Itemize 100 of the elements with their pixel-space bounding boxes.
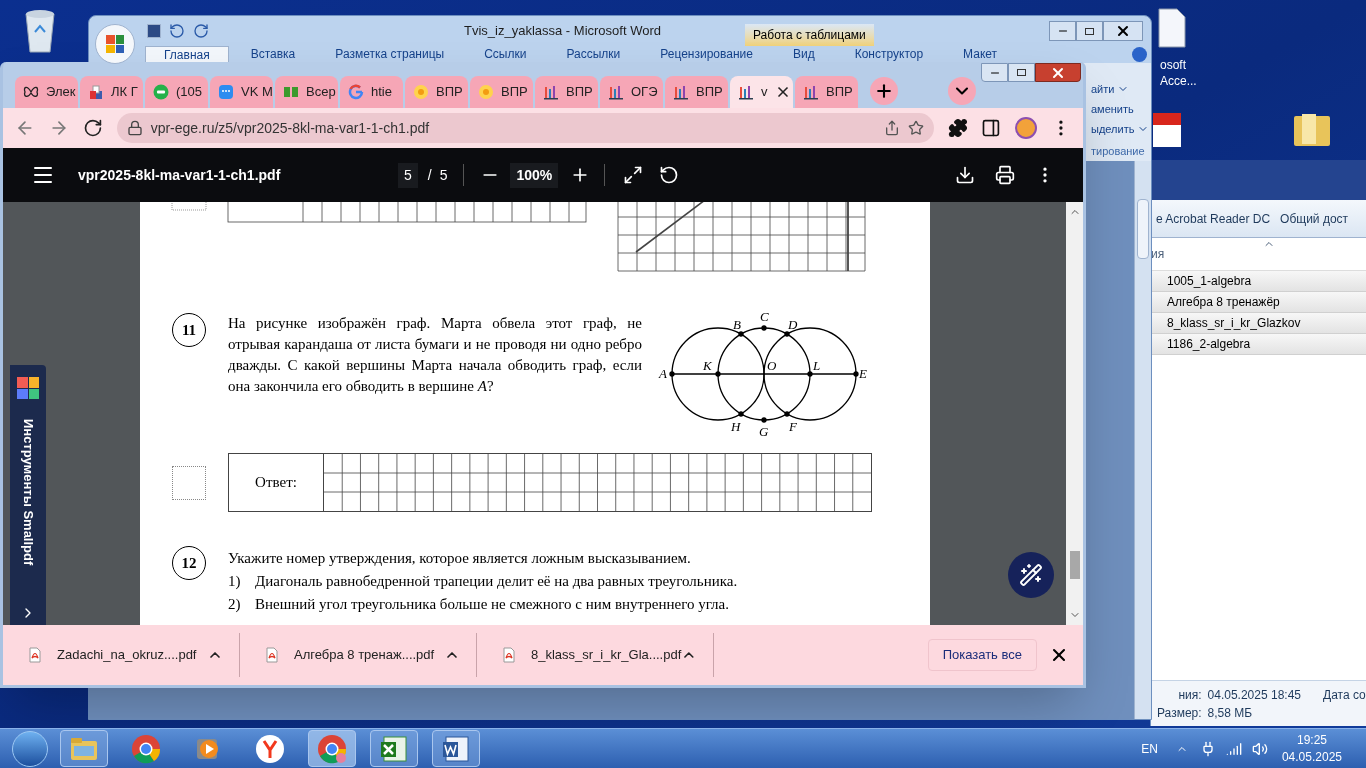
download-item[interactable]: 8_klass_sr_i_kr_Gla....pdf — [477, 633, 714, 677]
toolbar-button[interactable]: e Acrobat Reader DC — [1151, 209, 1276, 228]
browser-tab[interactable]: ВПР — [405, 76, 468, 108]
vertex-label: O — [767, 358, 777, 373]
avatar[interactable] — [1015, 117, 1038, 139]
taskbar-app[interactable] — [432, 730, 480, 767]
volume-icon[interactable] — [1251, 740, 1268, 757]
restore-icon — [1017, 69, 1026, 76]
undo-icon[interactable] — [169, 23, 185, 39]
extensions-icon[interactable] — [947, 118, 968, 138]
ribbon-command[interactable]: айти — [1091, 79, 1130, 99]
help-icon[interactable] — [1132, 47, 1147, 62]
smallpdf-sidebar[interactable]: Инструменты Smallpdf — [10, 365, 46, 625]
download-icon[interactable] — [955, 165, 975, 185]
browser-tab[interactable]: Всер — [275, 76, 338, 108]
pdf-file-icon[interactable] — [1152, 112, 1182, 148]
browser-tab[interactable]: ВПР — [535, 76, 598, 108]
file-row[interactable]: Алгебра 8 тренажёр — [1151, 292, 1366, 313]
browser-tab[interactable]: v — [730, 76, 793, 108]
browser-tab[interactable]: ВПР — [470, 76, 533, 108]
reload-icon[interactable] — [82, 118, 103, 138]
ribbon-tab[interactable]: Макет — [945, 46, 1016, 63]
column-header[interactable]: ия — [1151, 245, 1165, 263]
detail-value: 04.05.2025 18:45 — [1207, 686, 1301, 704]
tab-search-button[interactable] — [948, 77, 976, 105]
bars-icon — [673, 84, 689, 100]
browser-tab[interactable]: VK M — [210, 76, 273, 108]
sidebar-label: Инструменты Smallpdf — [19, 419, 37, 566]
clock[interactable]: 19:25 04.05.2025 — [1281, 731, 1342, 766]
maximize-button[interactable] — [1008, 63, 1035, 82]
vertex-label: D — [788, 317, 798, 332]
question-text: Укажите номер утверждения, которое является ложным высказыванием. — [228, 549, 692, 568]
address-bar[interactable]: vpr-ege.ru/z5/vpr2025-8kl-ma-var1-1-ch1.pdf — [116, 113, 934, 143]
rotate-icon[interactable] — [659, 165, 680, 185]
download-item[interactable]: Zadachi_na_okruz....pdf — [3, 633, 240, 677]
browser-tab[interactable]: Элек — [15, 76, 78, 108]
office-button[interactable] — [95, 24, 135, 64]
minimize-button[interactable] — [1049, 21, 1076, 41]
taskbar-app[interactable] — [308, 730, 356, 767]
ribbon-tab[interactable]: Вид — [774, 46, 833, 63]
option-marker: 2) — [228, 595, 242, 614]
close-button[interactable] — [1103, 21, 1143, 41]
ballot-icon — [88, 84, 104, 100]
ribbon-tab[interactable]: Разметка страницы — [317, 46, 463, 63]
shortcut-label[interactable]: osoft Acce... — [1160, 57, 1197, 89]
ribbon-tab[interactable]: Конструктор — [836, 46, 942, 63]
pdf-file-icon — [27, 647, 43, 663]
file-row[interactable]: 1005_1-algebra — [1151, 271, 1366, 292]
vertex-label: L — [813, 358, 821, 373]
scroll-thumb[interactable] — [1069, 551, 1080, 579]
browser-tab[interactable]: ЛК Г — [80, 76, 143, 108]
show-all-button[interactable]: Показать все — [927, 639, 1037, 671]
browser-tab[interactable]: (105 — [145, 76, 208, 108]
ribbon-command[interactable]: ыделить — [1091, 119, 1150, 139]
ribbon-command[interactable]: аменить — [1091, 99, 1134, 119]
zoom-field[interactable]: 100% — [510, 162, 559, 188]
folder-icon[interactable] — [1292, 112, 1332, 148]
ribbon-tab[interactable]: Рассылки — [548, 46, 639, 63]
sun-icon — [478, 84, 494, 100]
context-tab-group: Работа с таблицами — [745, 24, 874, 46]
save-icon[interactable] — [147, 24, 161, 38]
vertex-label: B — [733, 317, 741, 332]
download-item[interactable]: Алгебра 8 тренаж....pdf — [240, 633, 477, 677]
file-name: vpr2025-8kl-ma-var1-1-ch1.pdf — [78, 165, 282, 185]
language-indicator[interactable]: EN — [1141, 739, 1158, 758]
browser-tab[interactable]: ВПР — [795, 76, 858, 108]
start-button[interactable] — [12, 730, 48, 767]
side-panel-icon[interactable] — [981, 118, 1002, 138]
google-icon — [348, 84, 364, 100]
share-icon[interactable] — [883, 120, 900, 136]
ribbon-tab[interactable]: Вставка — [232, 46, 314, 63]
vertex-label: K — [703, 358, 712, 373]
maximize-button[interactable] — [1076, 21, 1103, 41]
file-row[interactable]: 1186_2-algebra — [1151, 334, 1366, 355]
vertex-label: G — [759, 424, 769, 439]
restore-icon — [1085, 27, 1094, 35]
new-tab-button[interactable] — [870, 77, 898, 105]
page-number-field[interactable]: 5 — [398, 162, 418, 188]
yandex-icon — [254, 732, 286, 765]
browser-tab[interactable]: ВПР — [665, 76, 728, 108]
ribbon-tab[interactable]: Ссылки — [466, 46, 545, 63]
browser-tab[interactable]: ОГЭ — [600, 76, 663, 108]
file-icon[interactable] — [1158, 8, 1186, 48]
logo-icon — [17, 377, 39, 399]
taskbar-app[interactable] — [370, 730, 418, 767]
fit-page-icon[interactable] — [623, 165, 644, 185]
print-icon[interactable] — [995, 165, 1015, 185]
pdf-file-icon — [264, 647, 280, 663]
file-row[interactable]: 8_klass_sr_i_kr_Glazkov — [1151, 313, 1366, 334]
toolbar-button[interactable]: Общий дост — [1275, 209, 1354, 228]
signal-icon[interactable] — [1225, 740, 1242, 757]
ribbon-tab[interactable]: Рецензирование — [642, 46, 771, 63]
browser-tab[interactable]: htie — [340, 76, 403, 108]
magic-wand-button[interactable] — [1008, 552, 1054, 598]
bookmark-star-icon[interactable] — [907, 120, 924, 136]
close-button[interactable] — [1035, 63, 1081, 82]
window-title: Tvis_iz_yaklassa - Microsoft Word — [464, 22, 661, 41]
vertex-label: F — [789, 419, 797, 434]
redo-icon[interactable] — [193, 23, 209, 39]
minimize-button[interactable] — [981, 63, 1008, 82]
